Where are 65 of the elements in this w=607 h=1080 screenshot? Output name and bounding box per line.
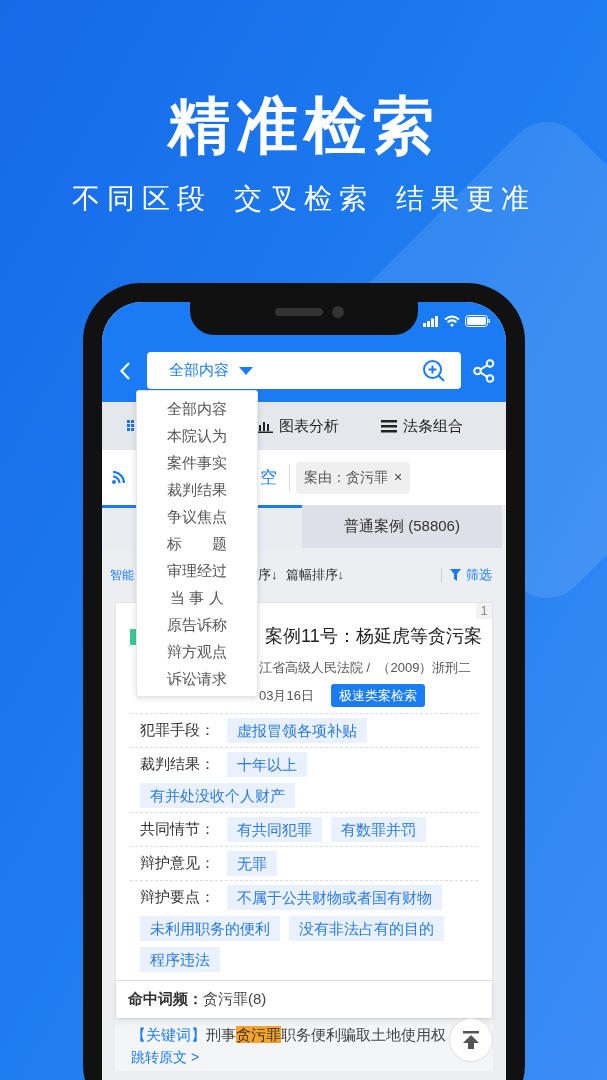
filter-icon xyxy=(450,569,461,581)
facet-tag[interactable]: 有数罪并罚 xyxy=(331,817,426,842)
facet-tag[interactable]: 程序违法 xyxy=(140,947,220,972)
filter-chip[interactable]: 案由：贪污罪 × xyxy=(296,461,411,494)
back-icon xyxy=(119,361,130,380)
toolbar-tab[interactable]: 法条组合 xyxy=(402,414,463,438)
scope-menu-item[interactable]: 案件事实 xyxy=(167,449,227,476)
scope-menu-item[interactable]: 本院认为 xyxy=(167,422,227,449)
subtitle: 交叉检索 xyxy=(233,182,374,216)
scope-menu-item[interactable]: 标 题 xyxy=(167,530,227,557)
result-meta: 江省高级人民法院 / （2009）浙刑二 xyxy=(259,659,473,677)
result-meta: 03月16日 xyxy=(259,686,314,705)
chip-close[interactable]: × xyxy=(394,467,403,488)
camera-lens xyxy=(332,306,344,318)
facet-label: 辩护意见： xyxy=(140,853,216,874)
clear-link[interactable]: 空 xyxy=(260,464,277,491)
menu-icon xyxy=(380,419,397,433)
result-index: 1 xyxy=(476,603,492,619)
caret-icon xyxy=(239,366,253,375)
wifi-icon xyxy=(444,315,460,327)
facet-label: 辩护要点： xyxy=(140,887,216,908)
similar-case-badge[interactable]: 极速类案检索 xyxy=(330,683,425,707)
scope-menu-item[interactable]: 原告诉称 xyxy=(167,611,227,638)
rss-icon xyxy=(112,471,125,484)
jump-to-source-link[interactable]: 跳转原文 > xyxy=(131,1048,200,1066)
battery-icon xyxy=(465,315,490,327)
facet-tag[interactable]: 十年以上 xyxy=(227,752,307,777)
hit-frequency-label: 命中词频： xyxy=(128,989,203,1010)
case-tab[interactable]: 普通案例 (58806) xyxy=(302,505,502,548)
result-title[interactable]: 案例11号：杨延虎等贪污案 xyxy=(265,623,482,650)
speaker-grille xyxy=(275,308,323,316)
subtitle: 不同区段 xyxy=(71,182,212,216)
sort-option[interactable]: 智能 xyxy=(110,566,134,584)
facet-tag[interactable]: 有共同犯罪 xyxy=(227,817,322,842)
facet-tag[interactable]: 虚报冒领各项补贴 xyxy=(227,718,367,743)
filter-button[interactable]: 筛选 xyxy=(466,565,492,585)
sort-option[interactable]: 篇幅排序↓ xyxy=(285,565,344,585)
facet-label: 共同情节： xyxy=(140,819,216,840)
back-to-top-icon xyxy=(462,1031,480,1049)
scope-dropdown[interactable]: 全部内容 xyxy=(169,359,229,382)
zoom-in-icon[interactable] xyxy=(422,358,446,383)
scope-menu-item[interactable]: 裁判结果 xyxy=(167,476,227,503)
scope-menu-item[interactable]: 辩方观点 xyxy=(167,638,227,665)
subtitle: 结果更准 xyxy=(395,182,536,216)
hit-frequency-value: 贪污罪(8) xyxy=(203,989,267,1010)
facet-tag[interactable]: 未利用职务的便利 xyxy=(140,916,280,941)
sort-option[interactable]: 序↓ xyxy=(258,565,278,585)
signal-icon xyxy=(423,315,439,327)
facet-tag[interactable]: 无罪 xyxy=(227,851,277,876)
facet-label: 裁判结果： xyxy=(140,754,216,775)
facet-label: 犯罪手段： xyxy=(140,720,216,741)
facet-tag[interactable]: 有并处没收个人财产 xyxy=(140,783,295,808)
toolbar-tab[interactable]: 图表分析 xyxy=(279,414,340,438)
headline: 精准检索 xyxy=(167,90,440,162)
chip-label: 案由：贪污罪 xyxy=(304,468,388,487)
scope-menu-item[interactable]: 诉讼请求 xyxy=(167,665,227,692)
facet-tag[interactable]: 不属于公共财物或者国有财物 xyxy=(227,885,442,910)
scope-menu-item[interactable]: 当 事 人 xyxy=(170,584,224,611)
grid-icon xyxy=(127,420,135,432)
facet-tag[interactable]: 没有非法占有的目的 xyxy=(289,916,444,941)
share-icon[interactable] xyxy=(473,358,495,383)
scope-menu-item[interactable]: 审理经过 xyxy=(167,557,227,584)
search-field[interactable]: 全部内容 xyxy=(147,352,461,389)
scope-menu-item[interactable]: 全部内容 xyxy=(167,395,227,422)
scope-menu-item[interactable]: 争议焦点 xyxy=(167,503,227,530)
